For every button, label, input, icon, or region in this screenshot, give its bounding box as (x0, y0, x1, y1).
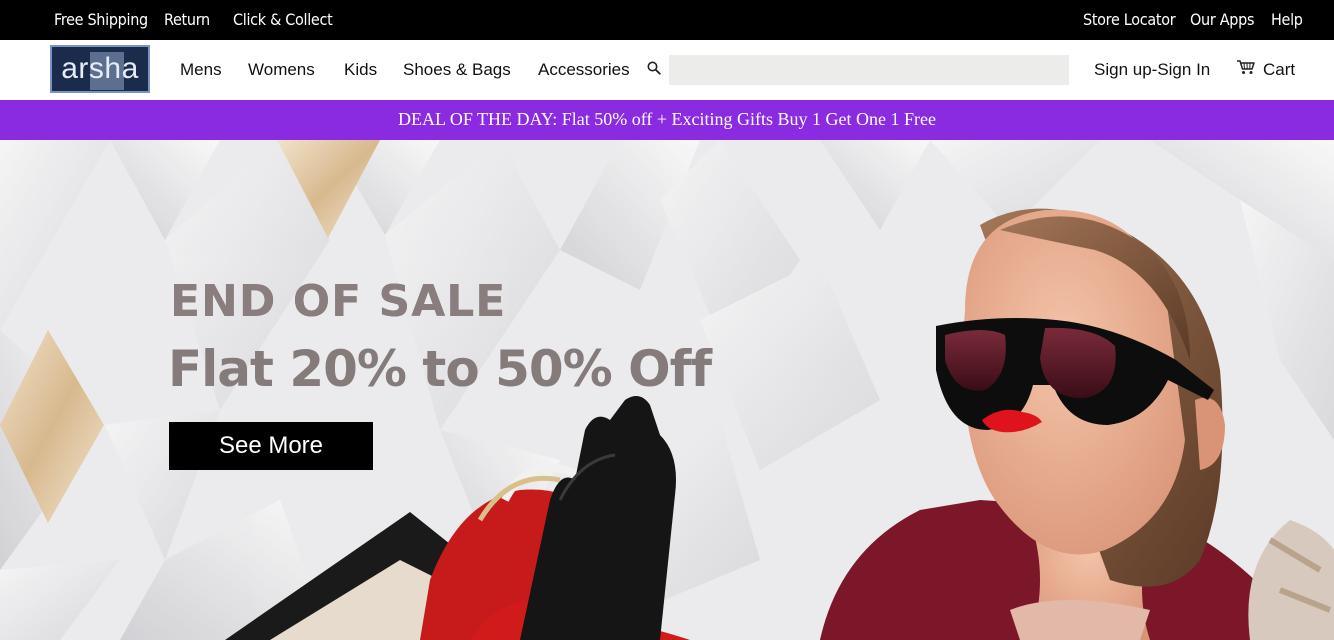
nav-shoes-bags[interactable]: Shoes & Bags (403, 40, 511, 100)
nav-kids[interactable]: Kids (344, 40, 377, 100)
top-bar: Free Shipping Return Click & Collect Sto… (0, 0, 1334, 40)
search-icon[interactable] (647, 61, 661, 75)
cart-icon[interactable] (1236, 59, 1256, 75)
search-input[interactable] (669, 55, 1069, 85)
nav-womens[interactable]: Womens (248, 40, 315, 100)
hero-banner: END OF SALE Flat 20% to 50% Off See More (0, 140, 1334, 640)
help-link[interactable]: Help (1271, 0, 1303, 40)
logo-text: arsha (61, 52, 139, 85)
free-shipping-link[interactable]: Free Shipping (54, 0, 148, 40)
return-link[interactable]: Return (164, 0, 210, 40)
hero-subtitle: Flat 20% to 50% Off (168, 340, 712, 398)
nav-accessories[interactable]: Accessories (538, 40, 630, 100)
deal-of-the-day-banner[interactable]: DEAL OF THE DAY: Flat 50% off + Exciting… (0, 100, 1334, 140)
sign-up-sign-in-link[interactable]: Sign up-Sign In (1094, 40, 1210, 100)
see-more-button[interactable]: See More (169, 422, 373, 470)
hero-title: END OF SALE (170, 276, 507, 327)
our-apps-link[interactable]: Our Apps (1190, 0, 1254, 40)
cart-link[interactable]: Cart (1263, 40, 1295, 100)
nav-mens[interactable]: Mens (180, 40, 222, 100)
deal-text: DEAL OF THE DAY: Flat 50% off + Exciting… (398, 109, 936, 129)
logo[interactable]: arsha (50, 45, 150, 93)
click-collect-link[interactable]: Click & Collect (233, 0, 333, 40)
store-locator-link[interactable]: Store Locator (1083, 0, 1176, 40)
main-header: arsha Mens Womens Kids Shoes & Bags Acce… (0, 40, 1334, 100)
